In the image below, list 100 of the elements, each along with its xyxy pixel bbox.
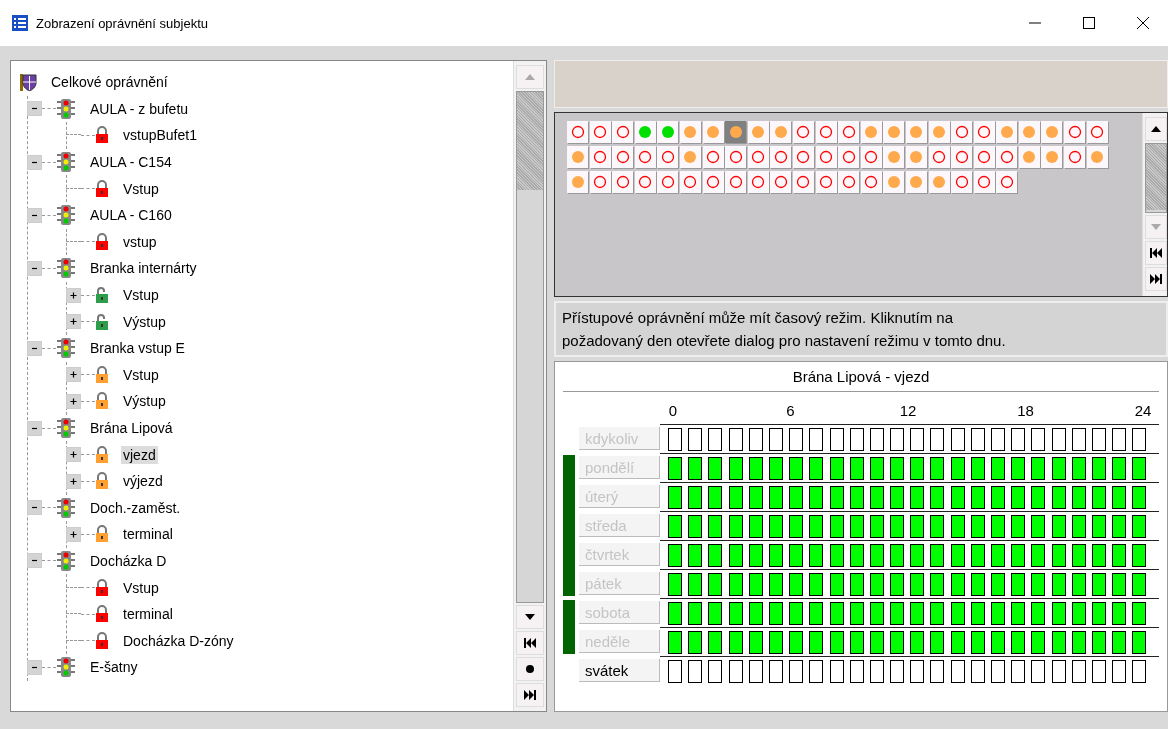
day-cell[interactable] xyxy=(860,146,882,168)
day-cell[interactable] xyxy=(815,146,837,168)
expand-toggle[interactable] xyxy=(66,447,81,463)
hour-cell[interactable] xyxy=(728,659,743,683)
tree-item[interactable]: Branka internárty xyxy=(88,259,199,278)
tree-item[interactable]: vstup xyxy=(121,232,159,251)
tree-item[interactable]: AULA - C160 xyxy=(88,206,174,225)
day-cell[interactable] xyxy=(905,121,927,143)
day-cell[interactable] xyxy=(860,121,882,143)
day-cell[interactable] xyxy=(567,171,588,193)
hour-cell[interactable] xyxy=(1091,659,1106,683)
collapse-toggle[interactable] xyxy=(27,101,42,117)
collapse-toggle[interactable] xyxy=(27,500,42,516)
day-cell[interactable] xyxy=(928,146,950,168)
hour-cell[interactable] xyxy=(1011,659,1026,683)
hour-cell[interactable] xyxy=(910,659,925,683)
day-cell[interactable] xyxy=(928,171,950,193)
tree-item[interactable]: Výstup xyxy=(121,392,168,411)
tree-item[interactable]: E-šatny xyxy=(88,658,140,677)
day-cell[interactable] xyxy=(634,121,656,143)
hour-cell[interactable] xyxy=(809,659,824,683)
day-cell[interactable] xyxy=(951,171,973,193)
hour-cell[interactable] xyxy=(688,659,703,683)
day-cell[interactable] xyxy=(838,146,860,168)
tree-item[interactable]: Vstup xyxy=(121,365,161,384)
tree-item[interactable]: Vstup xyxy=(121,578,161,597)
hour-cell[interactable] xyxy=(869,659,884,683)
hour-cell[interactable] xyxy=(768,659,783,683)
day-cell[interactable] xyxy=(1041,146,1063,168)
day-cell[interactable] xyxy=(725,146,747,168)
hour-cell[interactable] xyxy=(970,659,985,683)
scrollbar-thumb[interactable] xyxy=(517,92,543,190)
tree-item[interactable]: AULA - C154 xyxy=(88,153,174,172)
hour-cell[interactable] xyxy=(1071,659,1086,683)
tree-item[interactable]: AULA - z bufetu xyxy=(88,99,191,118)
day-cell[interactable] xyxy=(679,121,701,143)
expand-toggle[interactable] xyxy=(66,287,81,303)
hour-cell[interactable] xyxy=(829,659,844,683)
expand-toggle[interactable] xyxy=(66,367,81,383)
day-cell[interactable] xyxy=(725,121,747,143)
day-cell[interactable] xyxy=(838,171,860,193)
day-cell[interactable] xyxy=(657,146,679,168)
day-cell[interactable] xyxy=(702,171,724,193)
expand-toggle[interactable] xyxy=(66,314,81,330)
expand-toggle[interactable] xyxy=(66,526,81,542)
collapse-toggle[interactable] xyxy=(27,260,42,276)
day-cell[interactable] xyxy=(996,171,1018,193)
hour-cell[interactable] xyxy=(1031,659,1046,683)
hour-cell[interactable] xyxy=(1051,659,1066,683)
day-cell[interactable] xyxy=(973,121,995,143)
tree-item[interactable]: Brána Lipová xyxy=(88,419,175,437)
tree-item[interactable]: výjezd xyxy=(121,472,165,491)
day-cell[interactable] xyxy=(973,171,995,193)
tree-item[interactable]: vjezd xyxy=(121,445,158,464)
day-cell[interactable] xyxy=(612,146,634,168)
day-cell[interactable] xyxy=(634,146,656,168)
expand-toggle[interactable] xyxy=(66,393,81,409)
day-cell[interactable] xyxy=(792,146,814,168)
day-cell[interactable] xyxy=(679,146,701,168)
day-cell[interactable] xyxy=(951,146,973,168)
day-cell[interactable] xyxy=(770,171,792,193)
day-cell[interactable] xyxy=(567,146,588,168)
day-cell[interactable] xyxy=(1064,121,1086,143)
day-cell[interactable] xyxy=(973,146,995,168)
day-cell[interactable] xyxy=(860,171,882,193)
day-cell[interactable] xyxy=(815,121,837,143)
tree-item[interactable]: Vstup xyxy=(121,179,161,198)
day-cell[interactable] xyxy=(996,121,1018,143)
hour-cell[interactable] xyxy=(1112,659,1127,683)
day-cell[interactable] xyxy=(815,171,837,193)
collapse-toggle[interactable] xyxy=(27,154,42,170)
tree-item[interactable]: Doch.-zaměst. xyxy=(88,498,183,517)
hour-cell[interactable] xyxy=(991,659,1005,683)
day-cell[interactable] xyxy=(747,171,769,193)
day-cell[interactable] xyxy=(792,171,814,193)
collapse-toggle[interactable] xyxy=(27,340,42,356)
hour-cell[interactable] xyxy=(668,659,682,683)
hour-cell[interactable] xyxy=(930,659,945,683)
collapse-toggle[interactable] xyxy=(27,553,42,569)
collapse-toggle[interactable] xyxy=(27,207,42,223)
day-cell[interactable] xyxy=(657,121,679,143)
day-cell[interactable] xyxy=(1086,146,1108,168)
hour-cell[interactable] xyxy=(1132,659,1147,683)
scrollbar[interactable] xyxy=(1142,113,1167,296)
day-cell[interactable] xyxy=(679,171,701,193)
day-cell[interactable] xyxy=(589,171,611,193)
day-cell[interactable] xyxy=(770,121,792,143)
day-cell[interactable] xyxy=(928,121,950,143)
day-button[interactable]: svátek xyxy=(579,659,660,682)
tree-item[interactable]: Branka vstup E xyxy=(88,339,187,358)
collapse-toggle[interactable] xyxy=(27,659,42,675)
tree-item[interactable]: Vstup xyxy=(121,286,161,305)
tree-item[interactable]: terminal xyxy=(121,525,175,544)
tree-item[interactable]: Docházka D xyxy=(88,552,169,570)
day-cell[interactable] xyxy=(589,121,611,143)
day-cell[interactable] xyxy=(589,146,611,168)
collapse-toggle[interactable] xyxy=(27,420,42,436)
day-cell[interactable] xyxy=(1086,121,1108,143)
day-cell[interactable] xyxy=(747,146,769,168)
day-cell[interactable] xyxy=(657,171,679,193)
